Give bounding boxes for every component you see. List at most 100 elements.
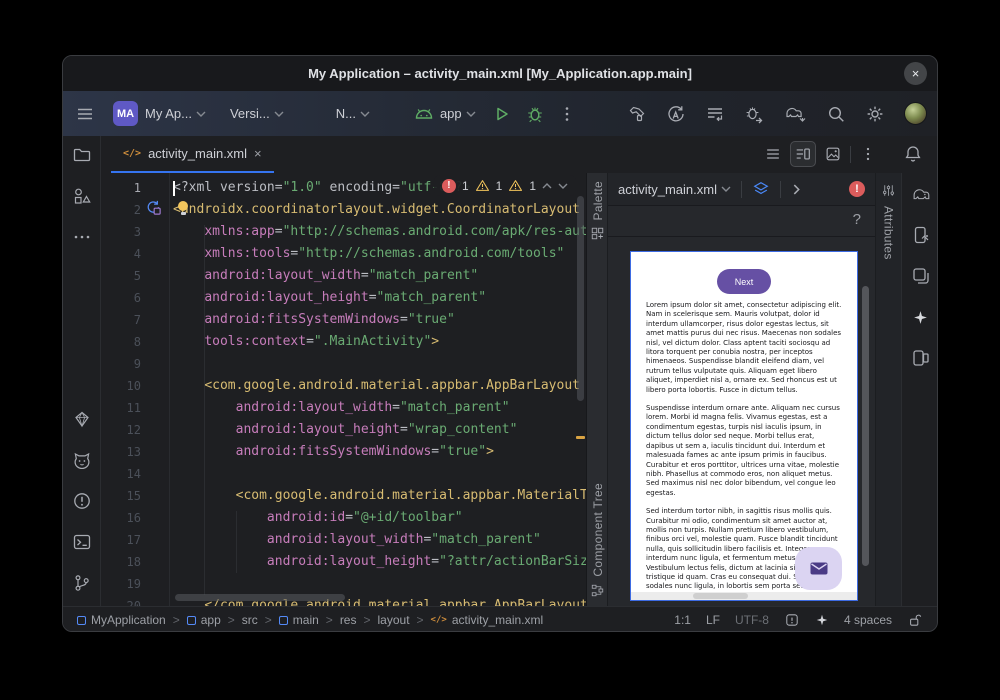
search-everywhere-icon[interactable]: [826, 104, 846, 124]
breadcrumb-item[interactable]: app: [187, 613, 221, 627]
warning-stripe-mark[interactable]: [576, 436, 585, 439]
preview-fab[interactable]: [795, 547, 842, 590]
vcs-widget[interactable]: Versi...: [230, 106, 284, 121]
code-line[interactable]: 17 android:layout_width="match_parent": [101, 529, 586, 551]
breadcrumb-item[interactable]: res: [340, 613, 357, 627]
palette-tab[interactable]: Palette: [587, 181, 608, 241]
build-icon[interactable]: [627, 104, 647, 124]
design-error-badge[interactable]: !: [849, 181, 865, 197]
design-file-dropdown[interactable]: activity_main.xml: [618, 182, 731, 197]
code-line[interactable]: 8 tools:context=".MainActivity">: [101, 331, 586, 353]
code-line[interactable]: 7 android:fitsSystemWindows="true": [101, 309, 586, 331]
project-tool-icon[interactable]: [71, 144, 93, 166]
editor-vertical-scrollbar[interactable]: [577, 196, 584, 401]
code-line[interactable]: 4 xmlns:tools="http://schemas.android.co…: [101, 243, 586, 265]
inspection-widget[interactable]: ! 1 1 1: [434, 175, 576, 196]
preview-next-button[interactable]: Next: [717, 269, 771, 294]
chevron-down-icon: [274, 111, 284, 117]
device-selector[interactable]: N...: [336, 106, 370, 121]
component-tree-tab[interactable]: Component Tree: [587, 483, 608, 598]
attributes-tab[interactable]: Attributes: [875, 173, 901, 606]
app-quality-insights-icon[interactable]: [71, 408, 93, 430]
run-config-label: app: [440, 106, 462, 121]
expand-chevron-icon[interactable]: [793, 184, 800, 195]
code-line[interactable]: 15 <com.google.android.material.appbar.M…: [101, 485, 586, 507]
code-line[interactable]: 19: [101, 573, 586, 595]
tab-activity-main-xml[interactable]: </> activity_main.xml ×: [111, 136, 274, 173]
editor-horizontal-scrollbar[interactable]: [175, 594, 345, 601]
indent-setting[interactable]: 4 spaces: [844, 613, 892, 627]
gradle-sync-icon[interactable]: [783, 104, 807, 124]
project-widget[interactable]: MA My Ap...: [113, 101, 206, 126]
event-log-icon[interactable]: [784, 612, 800, 628]
ai-actions-icon[interactable]: [666, 104, 686, 124]
resource-manager-icon[interactable]: [71, 185, 93, 207]
help-icon[interactable]: ?: [853, 211, 861, 228]
intention-bulb-icon[interactable]: [177, 201, 189, 215]
line-separator[interactable]: LF: [706, 613, 720, 627]
device-manager-icon[interactable]: [910, 347, 932, 369]
weak-warning-count: 1: [529, 179, 536, 193]
run-button[interactable]: [492, 104, 512, 124]
next-issue-icon[interactable]: [558, 183, 568, 189]
running-devices-icon[interactable]: [910, 224, 932, 246]
unlock-icon[interactable]: [907, 612, 923, 628]
more-tool-windows-icon[interactable]: [71, 226, 93, 248]
code-line[interactable]: 18 android:layout_height="?attr/actionBa…: [101, 551, 586, 573]
window-close-button[interactable]: ×: [904, 62, 927, 85]
caret-position[interactable]: 1:1: [674, 613, 691, 627]
code-line[interactable]: 16 android:id="@+id/toolbar": [101, 507, 586, 529]
left-tool-stripe: [63, 136, 101, 606]
design-surface[interactable]: Next Lorem ipsum dolor sit amet, consect…: [608, 237, 875, 606]
gemini-sparkle-icon[interactable]: [910, 306, 932, 328]
notifications-bell-icon[interactable]: [903, 144, 923, 164]
main-menu-icon[interactable]: [75, 104, 95, 124]
more-actions-icon[interactable]: [557, 104, 577, 124]
code-line[interactable]: 3 xmlns:app="http://schemas.android.com/…: [101, 221, 586, 243]
gradle-icon[interactable]: [910, 183, 932, 205]
previous-issue-icon[interactable]: [542, 183, 552, 189]
breadcrumb-item[interactable]: src: [242, 613, 258, 627]
file-encoding[interactable]: UTF-8: [735, 613, 769, 627]
logcat-icon[interactable]: [71, 449, 93, 471]
problems-icon[interactable]: [71, 490, 93, 512]
breadcrumb-item[interactable]: layout: [378, 613, 410, 627]
code-line[interactable]: 9: [101, 353, 586, 375]
code-line[interactable]: 11 android:layout_width="match_parent": [101, 397, 586, 419]
code-view-icon[interactable]: [764, 145, 782, 163]
profiler-icon[interactable]: [744, 104, 764, 124]
settings-icon[interactable]: [865, 104, 885, 124]
device-preview[interactable]: Next Lorem ipsum dolor sit amet, consect…: [630, 251, 858, 601]
breadcrumb-item[interactable]: </>activity_main.xml: [431, 613, 544, 627]
breadcrumb-item[interactable]: main: [279, 613, 319, 627]
preview-scroll-thumb[interactable]: [693, 593, 748, 599]
related-file-gutter-icon[interactable]: [145, 199, 162, 216]
code-line[interactable]: 6 android:layout_height="match_parent": [101, 287, 586, 309]
version-control-icon[interactable]: [71, 572, 93, 594]
code-editor[interactable]: 1<?xml version="1.0" encoding="utf-8"?>2…: [101, 173, 586, 606]
code-line[interactable]: 13 android:fitsSystemWindows="true">: [101, 441, 586, 463]
split-view-icon[interactable]: [790, 141, 816, 167]
tab-options-icon[interactable]: [859, 145, 877, 163]
tab-close-icon[interactable]: ×: [254, 146, 262, 161]
breadcrumb-item[interactable]: MyApplication: [77, 613, 166, 627]
code-line[interactable]: 12 android:layout_height="wrap_content": [101, 419, 586, 441]
terminal-icon[interactable]: [71, 531, 93, 553]
code-line[interactable]: 14: [101, 463, 586, 485]
main-toolbar: MA My Ap... Versi... N... app: [63, 91, 937, 136]
code-line[interactable]: 5 android:layout_width="match_parent": [101, 265, 586, 287]
task-list-icon[interactable]: [705, 104, 725, 124]
avatar[interactable]: [904, 102, 927, 125]
breadcrumb-separator: >: [326, 613, 333, 627]
line-number: 10: [101, 375, 141, 397]
design-view-icon[interactable]: [824, 145, 842, 163]
sparkle-icon[interactable]: [815, 613, 829, 627]
run-configuration[interactable]: app: [414, 106, 476, 121]
debug-button[interactable]: [525, 104, 545, 124]
build-variants-icon[interactable]: [910, 265, 932, 287]
design-vertical-scrollbar[interactable]: [862, 286, 869, 566]
error-icon: !: [442, 179, 456, 193]
code-line[interactable]: 2<androidx.coordinatorlayout.widget.Coor…: [101, 199, 586, 221]
code-line[interactable]: 10 <com.google.android.material.appbar.A…: [101, 375, 586, 397]
surface-layers-icon[interactable]: [752, 180, 770, 198]
